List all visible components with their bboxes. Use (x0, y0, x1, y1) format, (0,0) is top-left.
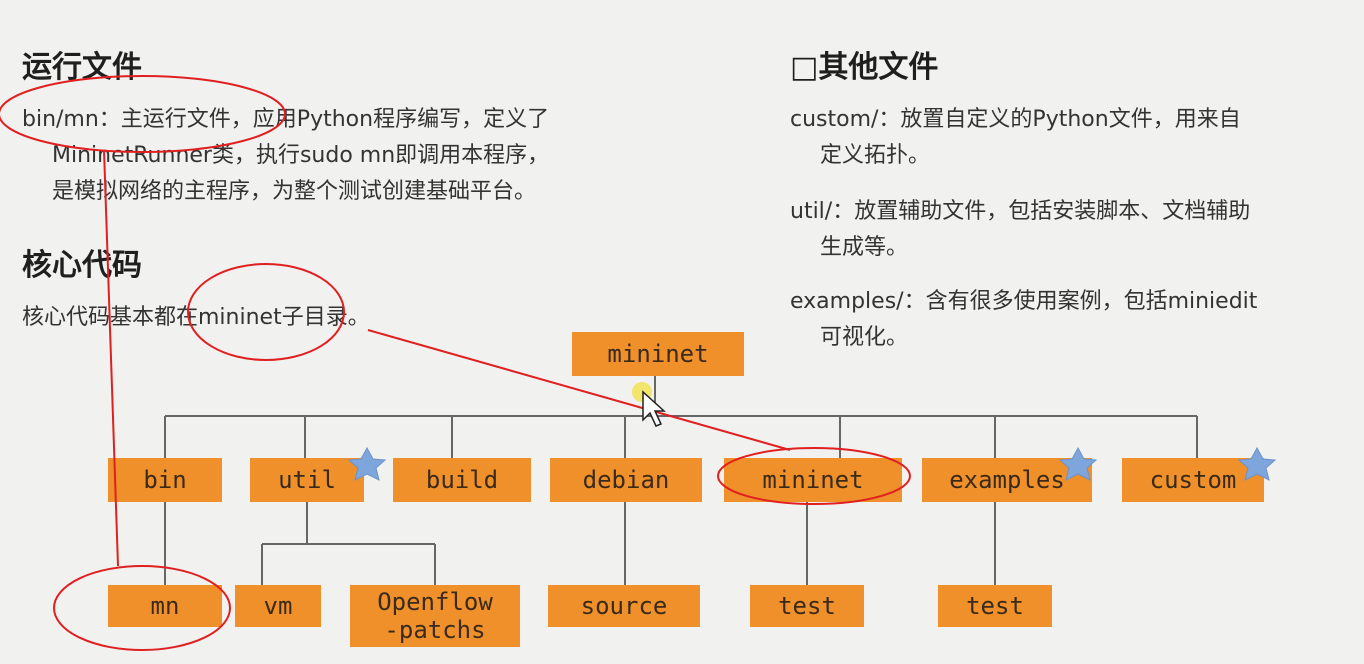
util-line-2: 生成等。 (820, 235, 909, 260)
tree-node-mn: mn (108, 585, 222, 627)
custom-line-2: 定义拓扑。 (820, 143, 931, 168)
tree-node-custom: custom (1122, 458, 1264, 502)
openflow-label-line-2: -patchs (384, 616, 486, 644)
other-files-util: util/：放置辅助文件，包括安装脚本、文档辅助 生成等。 (790, 194, 1350, 266)
cursor-arrow-icon (642, 390, 666, 427)
tree-node-root-mininet: mininet (572, 332, 744, 376)
tree-node-vm: vm (235, 585, 321, 627)
cursor-highlight-icon (632, 382, 652, 402)
tree-node-source: source (548, 585, 700, 627)
run-files-line-2: MininetRunner类，执行sudo mn即调用本程序， (52, 143, 550, 168)
run-files-description: bin/mn：主运行文件，应用Python程序编写，定义了 MininetRun… (22, 102, 642, 210)
tree-node-test-examples: test (938, 585, 1052, 627)
util-line-1: util/：放置辅助文件，包括安装脚本、文档辅助 (790, 199, 1251, 224)
tree-node-bin: bin (108, 458, 222, 502)
tree-node-examples: examples (922, 458, 1092, 502)
tree-node-build: build (393, 458, 531, 502)
heading-core-code: 核心代码 (22, 248, 142, 283)
run-files-line-3: 是模拟网络的主程序，为整个测试创建基础平台。 (52, 179, 537, 204)
tree-node-test-mininet: test (750, 585, 864, 627)
examples-line-2: 可视化。 (820, 325, 909, 350)
run-files-line-1: bin/mn：主运行文件，应用Python程序编写，定义了 (22, 107, 550, 132)
tree-node-mininet: mininet (724, 458, 902, 502)
other-files-examples: examples/：含有很多使用案例，包括miniedit 可视化。 (790, 284, 1350, 356)
heading-run-files: 运行文件 (22, 50, 142, 85)
tree-node-debian: debian (550, 458, 702, 502)
other-files-custom: custom/：放置自定义的Python文件，用来自 定义拓扑。 (790, 102, 1350, 174)
custom-line-1: custom/：放置自定义的Python文件，用来自 (790, 107, 1241, 132)
openflow-label-line-1: Openflow (377, 588, 493, 616)
tree-node-openflow-patchs: Openflow -patchs (350, 585, 520, 647)
examples-line-1: examples/：含有很多使用案例，包括miniedit (790, 289, 1258, 314)
core-code-description: 核心代码基本都在mininet子目录。 (22, 305, 370, 330)
tree-node-util: util (250, 458, 364, 502)
arrow-line-bin-to-mn (103, 149, 119, 567)
heading-other-files: □其他文件 (790, 50, 939, 85)
